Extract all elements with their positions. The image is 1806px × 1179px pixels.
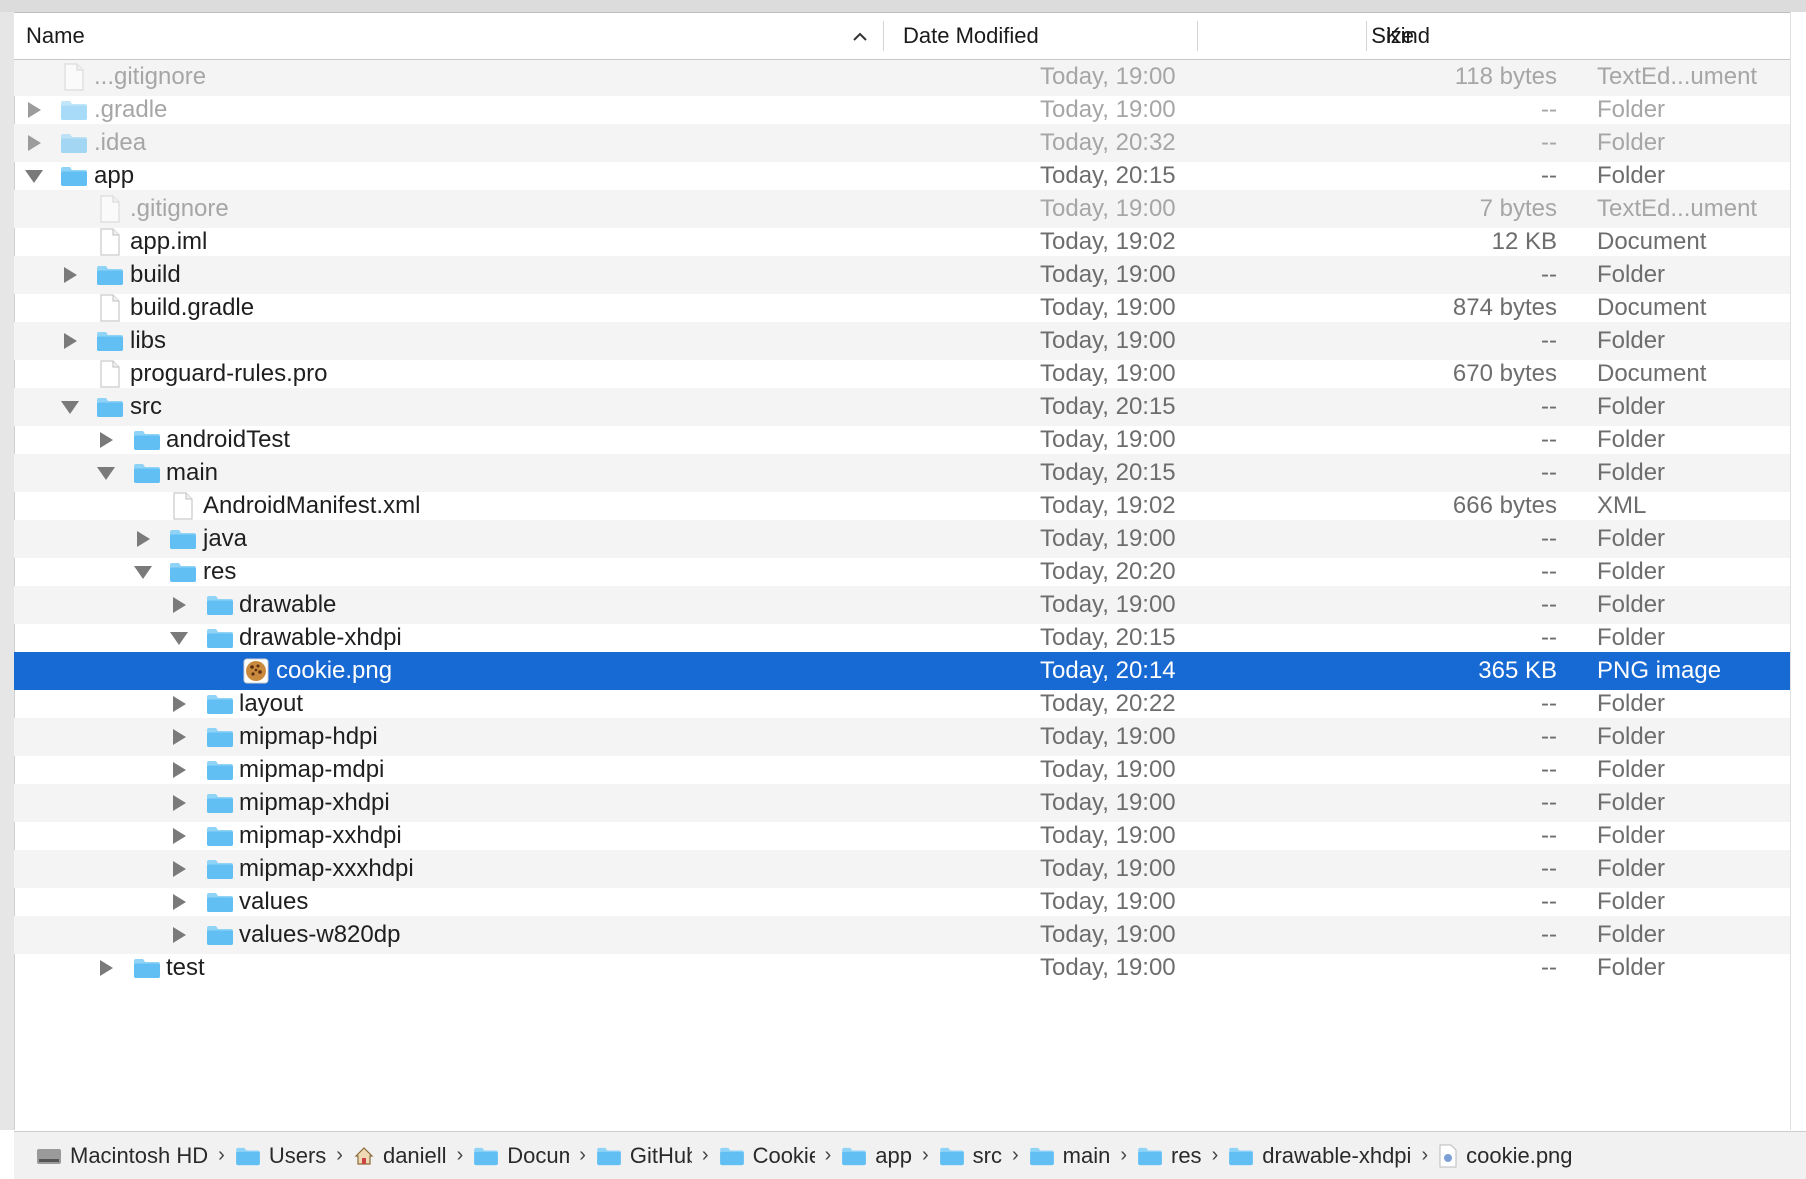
column-header-name-label: Name xyxy=(26,23,85,48)
folder-icon xyxy=(131,949,163,987)
breadcrumb-item[interactable]: GitHub xyxy=(596,1143,692,1169)
breadcrumb-separator-icon: › xyxy=(1011,1144,1019,1166)
breadcrumb-label: Docum xyxy=(507,1142,570,1168)
breadcrumb-item[interactable]: res xyxy=(1137,1143,1202,1169)
breadcrumb-label: res xyxy=(1171,1142,1202,1168)
window-top-edge xyxy=(0,0,1806,13)
folder-icon xyxy=(719,1146,745,1166)
folder-icon xyxy=(939,1146,965,1166)
folder-icon xyxy=(1137,1146,1163,1166)
file-size: -- xyxy=(1541,954,1557,981)
breadcrumb-item[interactable]: main xyxy=(1029,1142,1111,1169)
folder-icon xyxy=(1029,1146,1055,1166)
breadcrumb-label: daniell xyxy=(382,1142,447,1168)
breadcrumb-separator-icon: › xyxy=(456,1144,464,1166)
breadcrumb-label: Macintosh HD xyxy=(70,1142,209,1168)
breadcrumb-label: main xyxy=(1062,1142,1111,1168)
date-modified: Today, 19:00 xyxy=(1040,954,1176,981)
breadcrumb-separator-icon: › xyxy=(579,1144,586,1166)
breadcrumb-item[interactable]: Cookie xyxy=(719,1143,815,1169)
breadcrumb-separator-icon: › xyxy=(824,1144,832,1166)
folder-icon xyxy=(596,1146,622,1166)
column-header-name[interactable]: Name xyxy=(26,13,85,59)
breadcrumb-item[interactable]: drawable-xhdpi xyxy=(1228,1143,1411,1169)
folder-icon xyxy=(1228,1146,1254,1166)
column-header-kind-label: Kind xyxy=(1386,23,1431,48)
table-row[interactable]: test Today, 19:00 -- Folder xyxy=(14,949,1790,987)
breadcrumb-item[interactable]: Users xyxy=(235,1143,326,1169)
breadcrumb-label: cookie.png xyxy=(1466,1142,1573,1168)
file-list: ...gitignore Today, 19:00 118 bytes TextEd.… xyxy=(14,60,1790,1130)
breadcrumb-item[interactable]: Macintosh HD xyxy=(36,1143,208,1169)
home-icon xyxy=(353,1145,375,1167)
window-left-edge xyxy=(0,12,15,1130)
file-name: test xyxy=(166,954,205,981)
column-header-date-modified[interactable]: Date Modified xyxy=(903,13,1039,59)
breadcrumb-separator-icon: › xyxy=(921,1144,929,1166)
breadcrumb-separator-icon: › xyxy=(336,1144,343,1166)
breadcrumb-item[interactable]: cookie.png xyxy=(1438,1142,1573,1169)
breadcrumb-item[interactable]: Docum xyxy=(473,1143,569,1169)
breadcrumb-label: app xyxy=(875,1142,912,1168)
scrollbar-track[interactable] xyxy=(1790,12,1806,1130)
breadcrumb-item[interactable]: daniell xyxy=(353,1143,447,1169)
users-folder-icon xyxy=(235,1146,261,1166)
column-header-date-label: Date Modified xyxy=(903,23,1039,48)
breadcrumb-label: Users xyxy=(268,1142,327,1168)
file-kind: Folder xyxy=(1597,954,1666,981)
breadcrumb-label: Cookie xyxy=(752,1142,815,1168)
column-header-kind[interactable]: Kind xyxy=(1386,13,1430,59)
path-bar: Macintosh HD › Users › daniell › Docum › GitHub ›… xyxy=(14,1131,1806,1179)
sort-ascending-icon[interactable] xyxy=(850,13,870,59)
documents-folder-icon xyxy=(473,1146,499,1166)
breadcrumb-item[interactable]: src xyxy=(939,1143,1002,1169)
breadcrumb-item[interactable]: app xyxy=(841,1143,912,1169)
breadcrumb-label: GitHub xyxy=(629,1142,692,1168)
breadcrumb-label: drawable-xhdpi xyxy=(1262,1142,1412,1168)
image-file-icon xyxy=(1438,1144,1458,1168)
disclosure-collapsed-icon[interactable] xyxy=(94,949,118,987)
column-divider[interactable] xyxy=(1366,21,1367,51)
breadcrumb-separator-icon: › xyxy=(1421,1144,1429,1166)
breadcrumb-separator-icon: › xyxy=(1120,1144,1127,1166)
breadcrumb-separator-icon: › xyxy=(1211,1144,1219,1166)
breadcrumb-label: src xyxy=(972,1142,1002,1168)
column-header-bar: Name Date Modified Size Kind xyxy=(14,13,1790,60)
hard-drive-icon xyxy=(36,1146,62,1166)
column-divider[interactable] xyxy=(883,21,884,51)
column-divider[interactable] xyxy=(1197,21,1198,51)
breadcrumb-separator-icon: › xyxy=(218,1144,225,1166)
breadcrumb-separator-icon: › xyxy=(701,1144,709,1166)
folder-icon xyxy=(841,1146,867,1166)
